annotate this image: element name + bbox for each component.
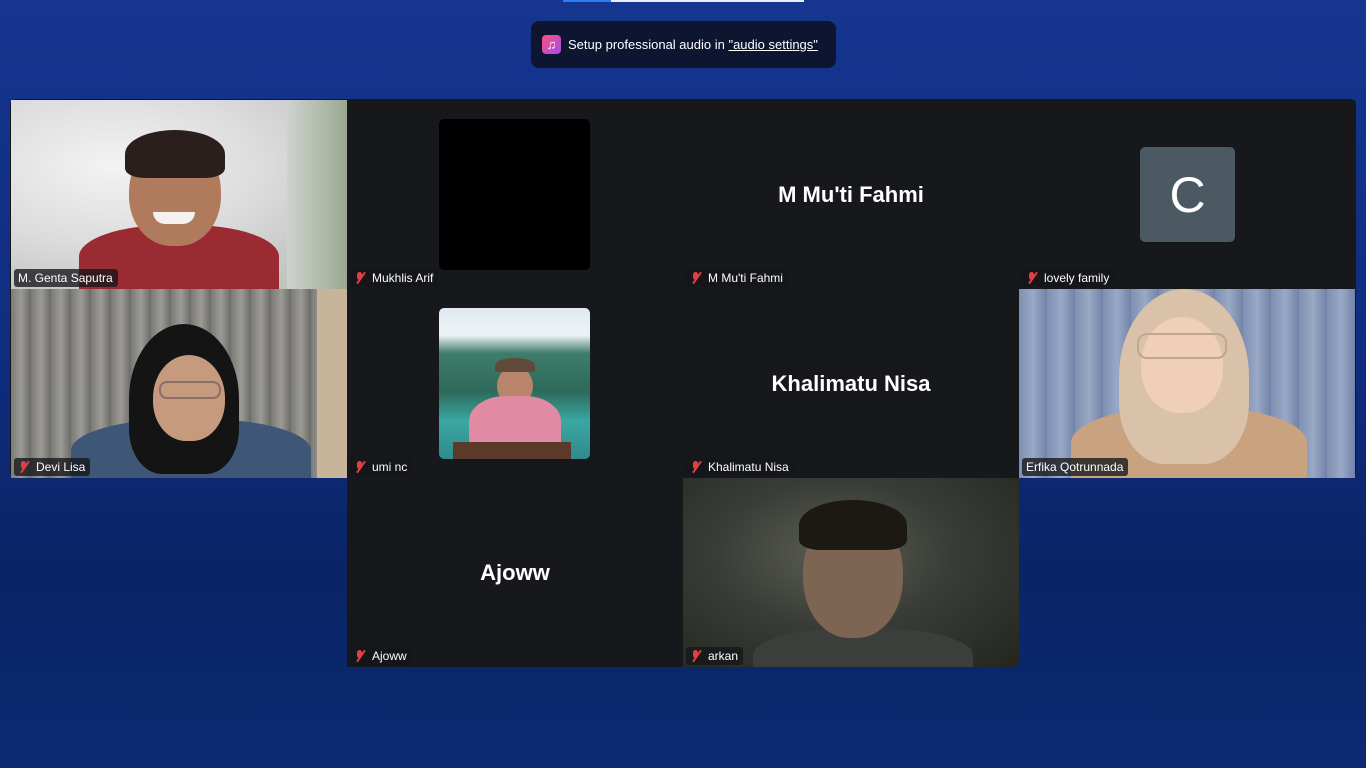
participant-video xyxy=(11,289,347,478)
mic-muted-icon xyxy=(354,460,366,474)
video-tile-umi[interactable]: umi nc xyxy=(347,289,683,478)
participant-name-label: arkan xyxy=(686,647,744,665)
mic-muted-icon xyxy=(690,271,702,285)
participant-name-label: M. Genta Saputra xyxy=(14,269,118,287)
video-tile-erfika[interactable]: Erfika Qotrunnada xyxy=(1019,289,1355,478)
participant-name-label: Khalimatu Nisa xyxy=(686,458,794,476)
participant-name-label: Ajoww xyxy=(350,647,412,665)
participant-name-label: lovely family xyxy=(1022,269,1115,287)
video-tile-devi[interactable]: Devi Lisa xyxy=(11,289,347,478)
profile-picture xyxy=(439,308,590,459)
participant-video xyxy=(11,100,347,289)
participant-name-label: umi nc xyxy=(350,458,413,476)
participant-display-name: M Mu'ti Fahmi xyxy=(778,181,924,207)
video-tile-mukhlis[interactable]: Mukhlis Arif xyxy=(347,100,683,289)
video-tile-genta[interactable]: M. Genta Saputra xyxy=(11,100,347,289)
mic-muted-icon xyxy=(690,460,702,474)
mic-muted-icon xyxy=(690,649,702,663)
participant-name-label: M Mu'ti Fahmi xyxy=(686,269,788,287)
video-tile-lovely-family[interactable]: C lovely family xyxy=(1019,100,1355,289)
top-progress-bar xyxy=(563,0,804,2)
mic-muted-icon xyxy=(354,271,366,285)
profile-picture xyxy=(439,119,590,270)
participant-name-label: Devi Lisa xyxy=(14,458,91,476)
video-tile-muti[interactable]: M Mu'ti Fahmi M Mu'ti Fahmi xyxy=(683,100,1019,289)
audio-settings-banner: ♫ Setup professional audio in "audio set… xyxy=(531,21,836,68)
video-tile-ajoww[interactable]: Ajoww Ajoww xyxy=(347,478,683,667)
mic-muted-icon xyxy=(354,649,366,663)
mic-muted-icon xyxy=(18,460,30,474)
participant-video xyxy=(683,478,1019,667)
avatar: C xyxy=(1140,147,1235,242)
participant-video xyxy=(1019,289,1355,478)
participant-display-name: Khalimatu Nisa xyxy=(771,370,931,396)
participant-display-name: Ajoww xyxy=(480,559,550,585)
participant-name-label: Erfika Qotrunnada xyxy=(1022,458,1129,476)
music-note-icon: ♫ xyxy=(542,35,561,54)
audio-settings-link[interactable]: "audio settings" xyxy=(728,37,817,52)
video-tile-arkan[interactable]: arkan xyxy=(683,478,1019,667)
mic-muted-icon xyxy=(1026,271,1038,285)
participant-name-label: Mukhlis Arif xyxy=(350,269,439,287)
banner-text: Setup professional audio in xyxy=(568,37,729,52)
video-tile-khalimatu[interactable]: Khalimatu Nisa Khalimatu Nisa xyxy=(683,289,1019,478)
